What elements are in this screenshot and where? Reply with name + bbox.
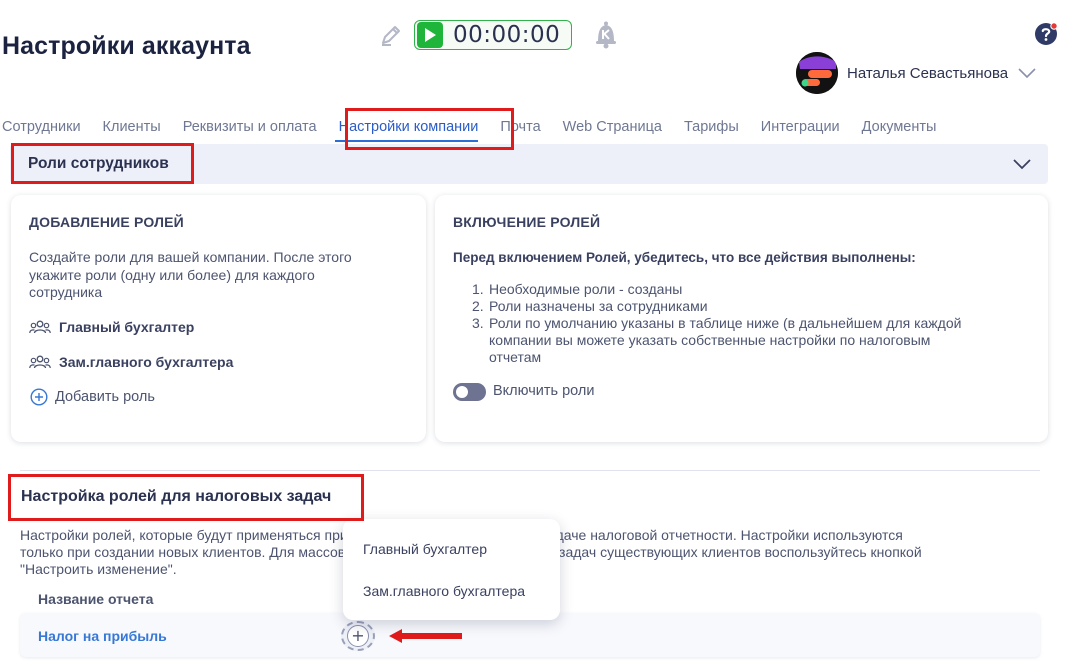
report-name-column-header: Название отчета <box>38 591 154 607</box>
add-roles-description: Создайте роли для вашей компании. После … <box>29 249 352 300</box>
plus-circle-icon <box>30 388 48 406</box>
enable-roles-heading: ВКЛЮЧЕНИЕ РОЛЕЙ <box>453 214 601 230</box>
tab-tariffs[interactable]: Тарифы <box>673 110 750 144</box>
role-item[interactable]: Главный бухгалтер <box>29 319 194 335</box>
enable-roles-steps: 1. Необходимые роли - созданы 2. Роли на… <box>472 281 1032 366</box>
add-role-label: Добавить роль <box>55 389 155 405</box>
tab-mail[interactable]: Почта <box>489 110 551 144</box>
step-item: 2. Роли назначены за сотрудниками <box>472 298 708 314</box>
dropdown-option[interactable]: Главный бухгалтер <box>363 541 487 557</box>
role-item[interactable]: Зам.главного бухгалтера <box>29 354 233 370</box>
divider <box>20 470 1040 471</box>
user-menu[interactable]: Наталья Севастьянова <box>796 52 1036 94</box>
help-icon[interactable] <box>1034 22 1058 46</box>
role-name: Главный бухгалтер <box>59 319 195 335</box>
users-icon <box>29 355 51 369</box>
step-item: 3. Роли по умолчанию указаны в таблице н… <box>472 315 962 365</box>
page-title: Настройки аккаунта <box>2 32 251 60</box>
users-icon <box>29 320 51 334</box>
tab-clients[interactable]: Клиенты <box>92 110 172 144</box>
add-role-to-report-button[interactable]: + <box>341 621 375 651</box>
tab-documents[interactable]: Документы <box>851 110 948 144</box>
enable-roles-toggle[interactable] <box>453 383 486 401</box>
chevron-down-icon[interactable] <box>1012 157 1032 171</box>
role-dropdown: Главный бухгалтер Зам.главного бухгалтер… <box>343 519 560 620</box>
roles-section-title: Роли сотрудников <box>28 155 169 172</box>
tab-employees[interactable]: Сотрудники <box>0 110 92 144</box>
tab-company-settings[interactable]: Настройки компании <box>328 110 490 144</box>
play-icon <box>425 28 436 42</box>
user-name: Наталья Севастьянова <box>847 64 1009 82</box>
add-role-button[interactable]: Добавить роль <box>30 388 155 406</box>
tab-bar: Сотрудники Клиенты Реквизиты и оплата На… <box>0 110 947 144</box>
bell-k-icon[interactable] <box>592 20 620 50</box>
add-roles-card: ДОБАВЛЕНИЕ РОЛЕЙ Создайте роли для вашей… <box>11 195 426 442</box>
enable-roles-subheading: Перед включением Ролей, убедитесь, что в… <box>453 250 916 265</box>
report-name-link[interactable]: Налог на прибыль <box>38 628 167 644</box>
roles-accordion-header[interactable]: Роли сотрудников <box>10 144 1048 184</box>
timer-value: 00:00:00 <box>453 22 561 48</box>
tab-requisites[interactable]: Реквизиты и оплата <box>172 110 328 144</box>
dropdown-option[interactable]: Зам.главного бухгалтера <box>363 583 525 599</box>
avatar <box>796 52 838 94</box>
tax-roles-title: Настройка ролей для налоговых задач <box>21 488 332 505</box>
role-name: Зам.главного бухгалтера <box>59 354 234 370</box>
add-roles-heading: ДОБАВЛЕНИЕ РОЛЕЙ <box>29 214 184 230</box>
step-item: 1. Необходимые роли - созданы <box>472 281 683 297</box>
pen-icon[interactable] <box>378 22 404 48</box>
tab-web-page[interactable]: Web Страница <box>552 110 673 144</box>
enable-roles-card: ВКЛЮЧЕНИЕ РОЛЕЙ Перед включением Ролей, … <box>435 195 1048 442</box>
tab-integrations[interactable]: Интеграции <box>750 110 851 144</box>
timer-bar: 00:00:00 <box>378 20 620 50</box>
enable-roles-toggle-label: Включить роли <box>493 383 595 399</box>
red-arrow-annotation <box>389 629 462 643</box>
chevron-down-icon <box>1018 68 1036 79</box>
plus-icon: + <box>347 625 369 647</box>
timer-display: 00:00:00 <box>414 20 572 50</box>
play-button[interactable] <box>417 22 443 48</box>
